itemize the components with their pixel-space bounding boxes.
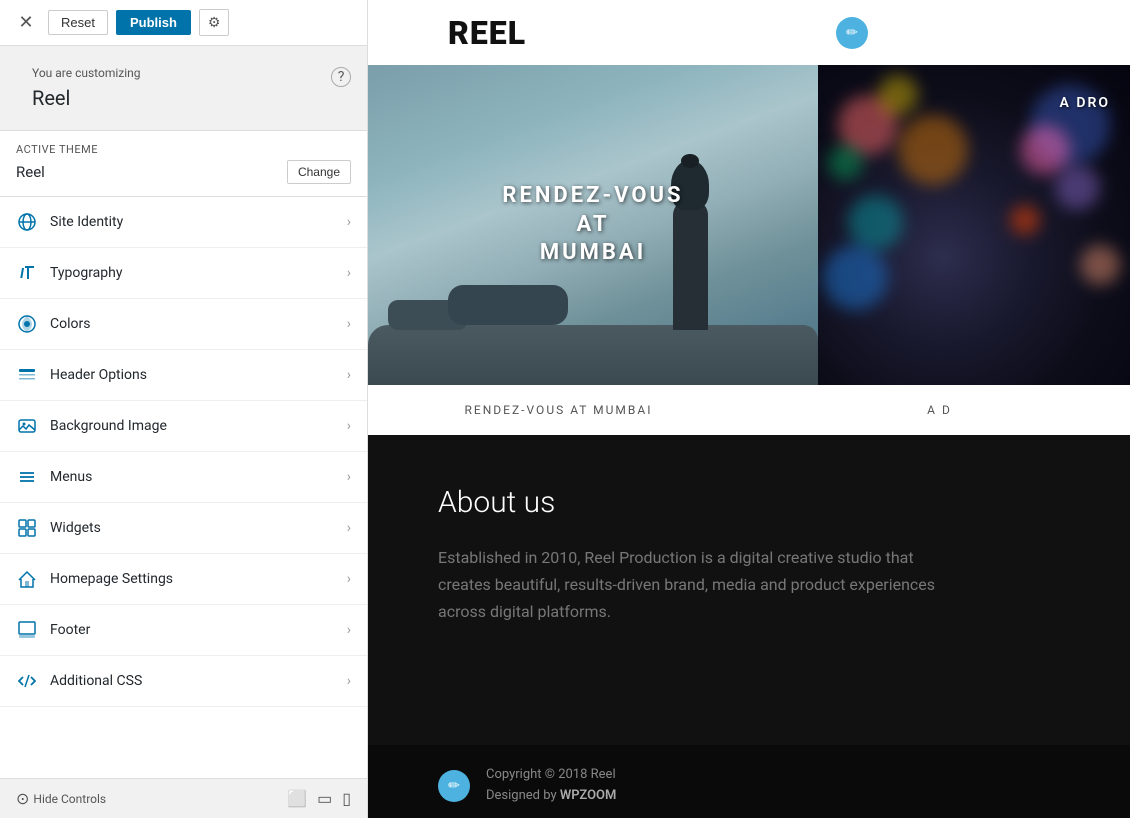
site-title-preview: REEL bbox=[448, 14, 526, 52]
chevron-right-icon: › bbox=[347, 571, 351, 587]
designer-name: WPZOOM bbox=[560, 788, 617, 803]
sidebar-item-homepage-settings[interactable]: Homepage Settings › bbox=[0, 554, 367, 605]
sidebar-item-footer[interactable]: Footer › bbox=[0, 605, 367, 656]
customizing-block: You are customizing Reel ? bbox=[0, 46, 367, 130]
typography-label: Typography bbox=[50, 265, 347, 281]
copyright-text: Copyright © 2018 Reel bbox=[486, 767, 616, 782]
background-image-label: Background Image bbox=[50, 418, 347, 434]
background-image-icon bbox=[16, 415, 38, 437]
colors-icon bbox=[16, 313, 38, 335]
gallery-image-1: RENDEZ-VOUS AT MUMBAI bbox=[368, 65, 818, 385]
hide-controls-icon: ⊙ bbox=[16, 789, 29, 808]
preview-area: ✏ REEL RENDEZ-VOUS bbox=[368, 0, 1130, 818]
close-button[interactable]: ✕ bbox=[12, 9, 40, 37]
sidebar-item-header-options[interactable]: Header Options › bbox=[0, 350, 367, 401]
preview-footer: ✏ Copyright © 2018 Reel Designed by WPZO… bbox=[368, 745, 1130, 818]
preview-header: ✏ REEL bbox=[368, 0, 1130, 65]
header-options-icon bbox=[16, 364, 38, 386]
gallery-item-1: RENDEZ-VOUS AT MUMBAI bbox=[368, 65, 818, 385]
svg-text:I: I bbox=[20, 266, 24, 282]
chevron-right-icon: › bbox=[347, 367, 351, 383]
about-section: About us Established in 2010, Reel Produ… bbox=[368, 435, 1130, 745]
hide-controls-link[interactable]: ⊙ Hide Controls bbox=[16, 789, 106, 808]
menus-label: Menus bbox=[50, 469, 347, 485]
footer-label: Footer bbox=[50, 622, 347, 638]
header-edit-button[interactable]: ✏ bbox=[836, 17, 868, 49]
about-title: About us bbox=[438, 485, 1060, 520]
widgets-icon bbox=[16, 517, 38, 539]
sidebar-item-colors[interactable]: Colors › bbox=[0, 299, 367, 350]
sidebar-item-widgets[interactable]: Widgets › bbox=[0, 503, 367, 554]
publish-button[interactable]: Publish bbox=[116, 10, 191, 35]
header-options-label: Header Options bbox=[50, 367, 347, 383]
active-theme-name: Reel bbox=[16, 163, 45, 181]
chevron-right-icon: › bbox=[347, 418, 351, 434]
designed-by-text: Designed by bbox=[486, 788, 557, 803]
chevron-right-icon: › bbox=[347, 622, 351, 638]
site-identity-label: Site Identity bbox=[50, 214, 347, 230]
tablet-icon[interactable]: ▭ bbox=[317, 789, 332, 808]
nav-items-list: Site Identity › I Typography › bbox=[0, 197, 367, 778]
gallery-section: RENDEZ-VOUS AT MUMBAI A DR bbox=[368, 65, 1130, 385]
additional-css-icon bbox=[16, 670, 38, 692]
homepage-settings-icon bbox=[16, 568, 38, 590]
gallery-text-2: A DRO bbox=[1060, 95, 1111, 111]
captions-row: RENDEZ-VOUS AT MUMBAI A D bbox=[368, 385, 1130, 435]
homepage-settings-label: Homepage Settings bbox=[50, 571, 347, 587]
footer-edit-button[interactable]: ✏ bbox=[438, 770, 470, 802]
sidebar-footer: ⊙ Hide Controls ⬜ ▭ ▯ bbox=[0, 778, 367, 818]
widgets-label: Widgets bbox=[50, 520, 347, 536]
reset-button[interactable]: Reset bbox=[48, 10, 108, 35]
help-icon[interactable]: ? bbox=[331, 67, 351, 87]
chevron-right-icon: › bbox=[347, 265, 351, 281]
gear-button[interactable]: ⚙ bbox=[199, 9, 230, 36]
chevron-right-icon: › bbox=[347, 469, 351, 485]
caption-2: A D bbox=[749, 403, 1130, 417]
change-theme-button[interactable]: Change bbox=[287, 160, 351, 184]
sidebar-item-site-identity[interactable]: Site Identity › bbox=[0, 197, 367, 248]
sidebar-item-typography[interactable]: I Typography › bbox=[0, 248, 367, 299]
hide-controls-label: Hide Controls bbox=[33, 792, 106, 806]
desktop-icon[interactable]: ⬜ bbox=[287, 789, 307, 808]
chevron-right-icon: › bbox=[347, 214, 351, 230]
chevron-right-icon: › bbox=[347, 520, 351, 536]
colors-label: Colors bbox=[50, 316, 347, 332]
customizing-label: You are customizing bbox=[16, 54, 157, 84]
active-theme-label: Active theme bbox=[16, 143, 351, 156]
sidebar-item-additional-css[interactable]: Additional CSS › bbox=[0, 656, 367, 707]
gallery-item-2: A DRO bbox=[818, 65, 1130, 385]
caption-1: RENDEZ-VOUS AT MUMBAI bbox=[368, 403, 749, 417]
footer-copyright-text: Copyright © 2018 Reel Designed by WPZOOM bbox=[486, 765, 616, 807]
footer-icon bbox=[16, 619, 38, 641]
sidebar-item-background-image[interactable]: Background Image › bbox=[0, 401, 367, 452]
menus-icon bbox=[16, 466, 38, 488]
globe-icon bbox=[16, 211, 38, 233]
gallery-image-2: A DRO bbox=[818, 65, 1130, 385]
sidebar-item-menus[interactable]: Menus › bbox=[0, 452, 367, 503]
sidebar: ✕ Reset Publish ⚙ You are customizing Re… bbox=[0, 0, 368, 818]
chevron-right-icon: › bbox=[347, 316, 351, 332]
about-text: Established in 2010, Reel Production is … bbox=[438, 544, 938, 626]
chevron-right-icon: › bbox=[347, 673, 351, 689]
sidebar-header: ✕ Reset Publish ⚙ bbox=[0, 0, 367, 46]
mobile-icon[interactable]: ▯ bbox=[342, 789, 351, 808]
typography-icon: I bbox=[16, 262, 38, 284]
active-theme-row: Reel Change bbox=[16, 160, 351, 184]
customizing-site-name: Reel bbox=[16, 84, 157, 122]
additional-css-label: Additional CSS bbox=[50, 673, 347, 689]
gallery-text-1: RENDEZ-VOUS AT MUMBAI bbox=[502, 182, 683, 268]
active-theme-section: Active theme Reel Change bbox=[0, 130, 367, 197]
